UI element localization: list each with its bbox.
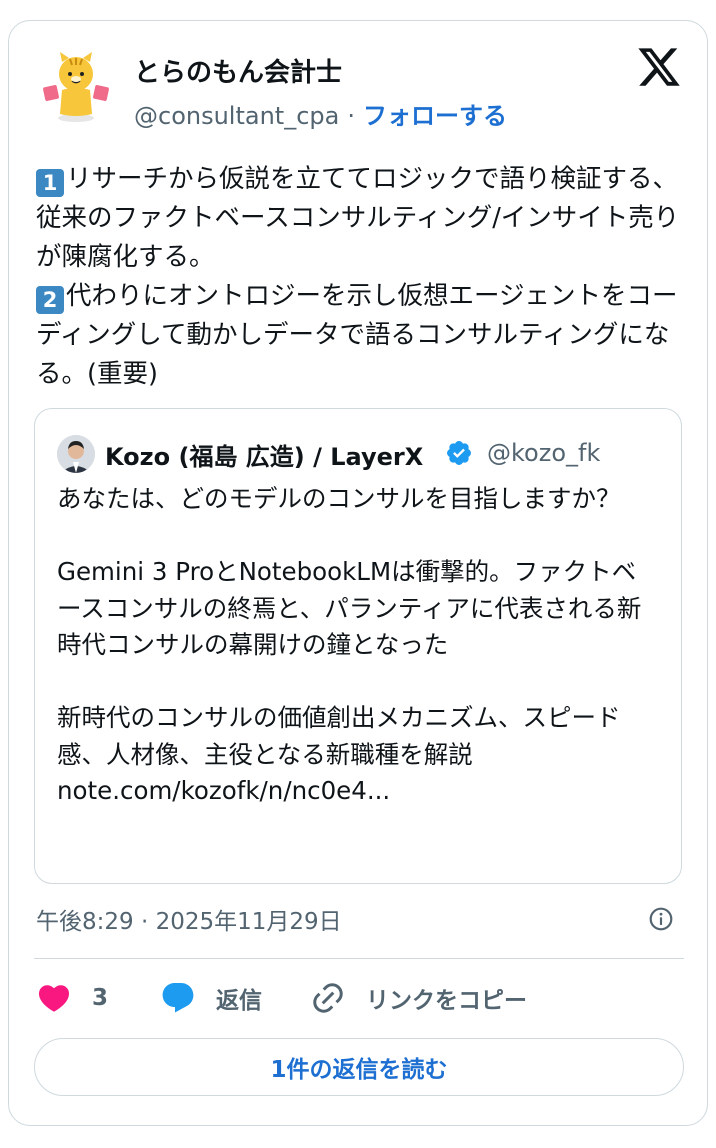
speech-bubble-icon bbox=[162, 983, 194, 1013]
read-replies-button[interactable]: 1件の返信を読む bbox=[34, 1038, 684, 1096]
quoted-author-name: Kozo (福島 広造) / LayerX bbox=[105, 443, 424, 471]
keycap-two-icon: 2 bbox=[36, 286, 64, 314]
copy-link-label: リンクをコピー bbox=[366, 988, 527, 1014]
tweet-timestamp[interactable]: 午後8:29 · 2025年11月29日 bbox=[36, 902, 342, 936]
keycap-one-icon: 1 bbox=[36, 169, 64, 197]
reply-button[interactable]: 返信 bbox=[160, 978, 262, 1018]
verified-badge-icon bbox=[447, 441, 471, 465]
copy-link-button[interactable]: リンクをコピー bbox=[310, 978, 527, 1018]
quoted-tweet-text: あなたは、どのモデルのコンサルを目指しますか？ Gemini 3 ProとNot… bbox=[57, 484, 642, 805]
x-logo-icon[interactable] bbox=[636, 44, 682, 90]
quoted-author-avatar bbox=[57, 435, 95, 473]
tweet-text: 1 リサーチから仮説を立ててロジックで語り検証する、従来のファクトベースコンサルテ… bbox=[36, 160, 686, 394]
reply-label: 返信 bbox=[216, 988, 262, 1014]
tweet-point-2: 代わりにオントロジーを示し仮想エージェントをコーディングして動かしデータで語るコ… bbox=[36, 281, 678, 389]
info-icon[interactable] bbox=[648, 906, 674, 932]
author-avatar[interactable] bbox=[36, 46, 116, 126]
author-handle-row: @consultant_cpa · フォローする bbox=[134, 96, 507, 131]
tiger-mascot-avatar bbox=[36, 46, 116, 126]
like-button[interactable]: 3 bbox=[36, 978, 108, 1018]
divider bbox=[34, 958, 684, 959]
follow-button[interactable]: フォローする bbox=[363, 102, 507, 130]
link-icon bbox=[313, 983, 343, 1013]
like-count: 3 bbox=[92, 985, 109, 1011]
author-name[interactable]: とらのもん会計士 bbox=[134, 52, 342, 89]
quoted-author-handle: @kozo_fk bbox=[487, 439, 601, 467]
heart-icon bbox=[38, 985, 70, 1012]
tweet-point-1: リサーチから仮説を立ててロジックで語り検証する、従来のファクトベースコンサルティ… bbox=[36, 164, 680, 272]
author-handle[interactable]: @consultant_cpa bbox=[134, 102, 339, 130]
person-photo-avatar bbox=[57, 435, 95, 473]
handle-separator: · bbox=[347, 102, 355, 130]
quoted-tweet[interactable]: Kozo (福島 広造) / LayerX @kozo_fk あなたは、どのモデ… bbox=[34, 408, 682, 884]
